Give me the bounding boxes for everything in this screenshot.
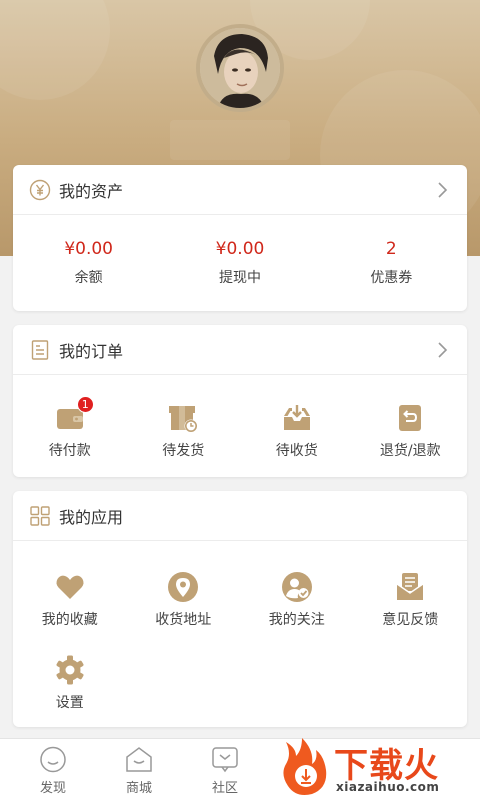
order-pending-shipment[interactable]: 待发货 — [127, 402, 241, 460]
orders-title: 我的订单 — [59, 341, 124, 361]
assets-title: 我的资产 — [59, 181, 124, 201]
shop-house-icon — [126, 747, 152, 772]
smile-face-icon — [40, 746, 66, 773]
return-icon — [394, 402, 426, 434]
assets-header[interactable]: 我的资产 — [13, 165, 467, 215]
asset-balance[interactable]: ¥0.00 余额 — [13, 215, 164, 311]
asset-label: 提现中 — [218, 270, 261, 286]
apps-card: 我的应用 我的收藏 收货地址 我的关注 意见反馈 设置 — [13, 491, 467, 727]
unpaid-count-badge: 1 — [76, 396, 94, 413]
package-clock-icon — [167, 402, 199, 434]
asset-value: 2 — [385, 239, 397, 259]
app-feedback[interactable]: 意见反馈 — [354, 571, 468, 629]
orders-header[interactable]: 我的订单 — [13, 325, 467, 375]
app-label: 意见反馈 — [382, 612, 439, 628]
order-label: 待发货 — [162, 443, 205, 459]
tab-community[interactable]: 社区 — [182, 739, 268, 800]
tab-label: 社区 — [211, 781, 238, 796]
user-check-icon — [281, 571, 313, 603]
tab-label: 商城 — [125, 781, 152, 796]
apps-title: 我的应用 — [59, 507, 124, 527]
order-pending-payment[interactable]: 1 待付款 — [13, 396, 127, 460]
feedback-mail-icon — [394, 571, 426, 603]
asset-label: 余额 — [74, 270, 103, 286]
watermark-logo: 下载火 xiazaihuo.com — [272, 734, 480, 800]
document-list-icon — [29, 339, 51, 361]
app-following[interactable]: 我的关注 — [240, 571, 354, 629]
assets-card: 我的资产 ¥0.00 余额 ¥0.00 提现中 2 优惠券 — [13, 165, 467, 311]
order-pending-receipt[interactable]: 待收货 — [240, 402, 354, 460]
asset-value: ¥0.00 — [64, 239, 113, 259]
app-label: 我的关注 — [268, 612, 325, 628]
order-label: 待收货 — [275, 443, 318, 459]
tab-discover[interactable]: 发现 — [10, 739, 96, 800]
orders-card: 我的订单 1 待付款 待发货 待收货 退货/退款 — [13, 325, 467, 477]
tab-mall[interactable]: 商城 — [96, 739, 182, 800]
app-address[interactable]: 收货地址 — [127, 571, 241, 629]
asset-withdrawing[interactable]: ¥0.00 提现中 — [164, 215, 315, 311]
inbox-download-icon — [281, 402, 313, 434]
yen-circle-icon — [29, 179, 51, 201]
chat-bubble-icon — [212, 747, 238, 773]
app-settings[interactable]: 设置 — [13, 654, 127, 712]
order-return-refund[interactable]: 退货/退款 — [354, 402, 468, 460]
app-label: 我的收藏 — [41, 612, 98, 628]
user-avatar[interactable] — [196, 24, 284, 112]
order-label: 待付款 — [48, 443, 91, 459]
watermark-url: xiazaihuo.com — [336, 780, 440, 794]
location-pin-icon — [167, 571, 199, 603]
asset-label: 优惠券 — [370, 270, 413, 286]
wallet-icon: 1 — [54, 396, 94, 434]
app-label: 设置 — [55, 695, 84, 711]
grid-apps-icon — [29, 505, 51, 527]
chevron-right-icon[interactable] — [433, 181, 451, 199]
flame-logo-icon — [283, 738, 327, 795]
gear-icon — [54, 654, 86, 686]
tab-label: 发现 — [39, 781, 66, 796]
order-label: 退货/退款 — [379, 443, 441, 459]
asset-coupons[interactable]: 2 优惠券 — [316, 215, 467, 311]
app-label: 收货地址 — [155, 612, 212, 628]
asset-value: ¥0.00 — [215, 239, 265, 259]
app-favorites[interactable]: 我的收藏 — [13, 571, 127, 629]
heart-icon — [54, 571, 86, 603]
apps-header: 我的应用 — [13, 491, 467, 541]
chevron-right-icon[interactable] — [433, 341, 451, 359]
